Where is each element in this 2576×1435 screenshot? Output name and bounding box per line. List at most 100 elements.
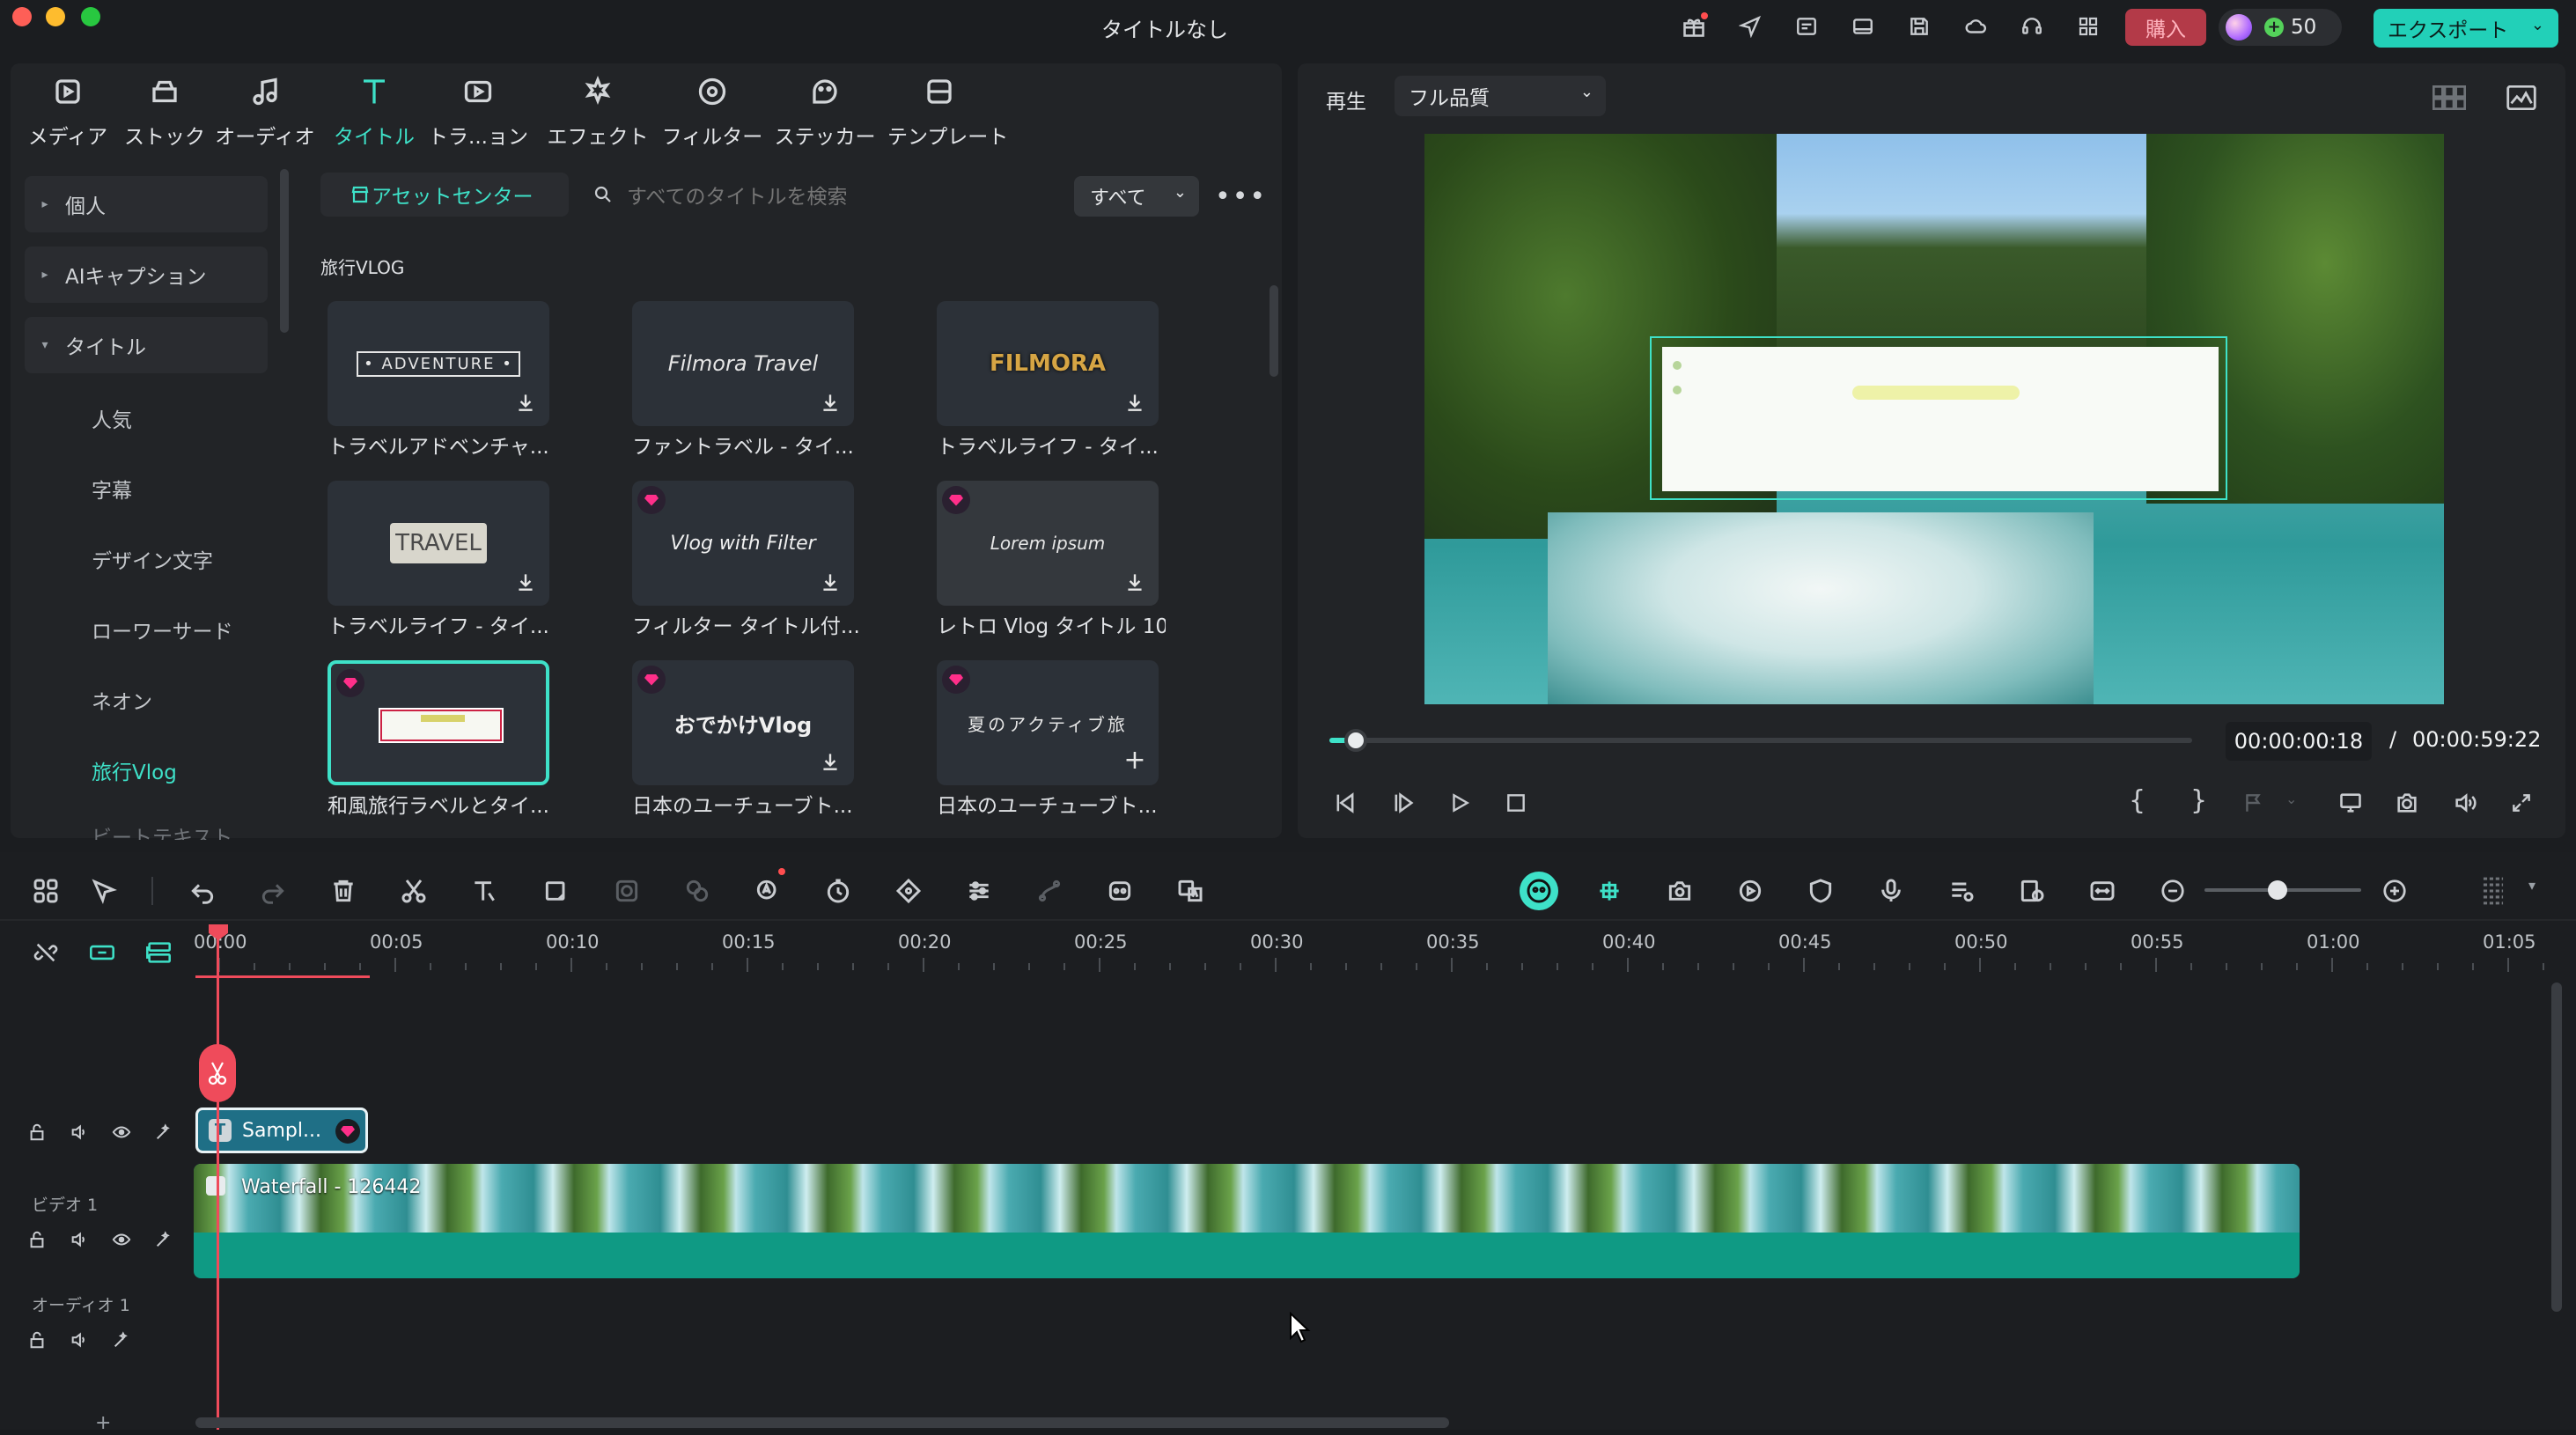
ai-assistant-icon[interactable]	[1520, 872, 1558, 910]
magic-wand-icon[interactable]	[151, 1227, 176, 1252]
mask-icon[interactable]	[607, 872, 646, 910]
audio-mixer-icon[interactable]	[1942, 872, 1981, 910]
ai-avatar-icon[interactable]	[1100, 872, 1139, 910]
video-preview[interactable]	[1424, 134, 2444, 704]
video-clip[interactable]: Waterfall - 126442	[194, 1164, 2300, 1278]
title-card-thumb[interactable]: TRAVEL	[328, 481, 549, 606]
zoom-slider-knob[interactable]	[2268, 880, 2287, 900]
download-icon[interactable]	[514, 570, 537, 593]
buy-button[interactable]: 購入	[2125, 9, 2206, 46]
add-icon[interactable]: +	[1123, 747, 1146, 774]
keyframe-icon[interactable]	[889, 872, 928, 910]
close-window-button[interactable]	[12, 7, 32, 26]
sidebar-group-personal[interactable]: ▸ 個人	[25, 176, 268, 232]
speaker-icon[interactable]	[67, 1328, 92, 1352]
eye-icon[interactable]	[109, 1120, 134, 1144]
unlink-icon[interactable]	[28, 935, 63, 970]
sidebar-item-lower-third[interactable]: ローワーサード	[92, 614, 233, 644]
title-card-thumb[interactable]: Lorem ipsum	[937, 481, 1159, 606]
sidebar-item-subtitle[interactable]: 字幕	[92, 474, 132, 504]
maximize-window-button[interactable]	[81, 7, 100, 26]
title-card-thumb[interactable]	[328, 660, 549, 785]
shield-icon[interactable]	[1801, 872, 1840, 910]
sidebar-item-popular[interactable]: 人気	[92, 403, 132, 433]
download-icon[interactable]	[819, 750, 842, 773]
title-card-thumb[interactable]: • ADVENTURE •	[328, 301, 549, 426]
motion-track-icon[interactable]	[1030, 872, 1069, 910]
current-time[interactable]: 00:00:00:18	[2226, 722, 2372, 761]
camera-effect-icon[interactable]	[1660, 872, 1699, 910]
render-preview-icon[interactable]	[1731, 872, 1770, 910]
microphone-icon[interactable]	[1872, 872, 1910, 910]
mark-in-icon[interactable]: {	[2129, 785, 2145, 816]
volume-icon[interactable]	[2449, 787, 2481, 819]
title-overlay-frame[interactable]	[1650, 336, 2227, 500]
sidebar-item-design-text[interactable]: デザイン文字	[92, 544, 213, 574]
fullscreen-icon[interactable]	[2506, 787, 2537, 819]
link-track-icon[interactable]	[85, 935, 120, 970]
undo-icon[interactable]	[183, 872, 222, 910]
asset-center-button[interactable]: アセットセンター	[320, 173, 569, 217]
download-icon[interactable]	[514, 391, 537, 414]
playhead-line[interactable]	[217, 928, 219, 1430]
select-arrow-icon[interactable]	[85, 872, 123, 910]
eye-icon[interactable]	[109, 1227, 134, 1252]
snap-magnet-icon[interactable]	[1590, 872, 1629, 910]
magic-wand-icon[interactable]	[151, 1120, 176, 1144]
sidebar-item-travel-vlog[interactable]: 旅行Vlog	[92, 755, 177, 785]
search-input[interactable]	[627, 180, 1049, 215]
crop-icon[interactable]	[537, 872, 576, 910]
grid-view-icon[interactable]	[2432, 83, 2467, 113]
sidebar-scrollbar[interactable]	[280, 169, 289, 333]
preset-icon[interactable]	[1792, 12, 1821, 40]
color-match-icon[interactable]	[678, 872, 717, 910]
snapshot-camera-icon[interactable]	[2391, 787, 2423, 819]
panel-layout-icon[interactable]	[2474, 872, 2513, 910]
zoom-out-icon[interactable]	[2153, 872, 2192, 910]
save-icon[interactable]	[1905, 12, 1933, 40]
next-frame-icon[interactable]	[1387, 787, 1419, 819]
speed-timer-icon[interactable]	[819, 872, 857, 910]
zoom-in-icon[interactable]	[2375, 872, 2414, 910]
title-card-thumb[interactable]: Filmora Travel	[632, 301, 854, 426]
fit-timeline-icon[interactable]	[2083, 872, 2122, 910]
layout-grid-icon[interactable]	[26, 872, 65, 910]
lock-icon[interactable]	[25, 1120, 49, 1144]
timeline-h-scrollbar[interactable]	[195, 1417, 1449, 1428]
grid-scrollbar[interactable]	[1270, 285, 1278, 377]
filter-select[interactable]: すべて ⌄	[1074, 176, 1199, 217]
cut-scissors-icon[interactable]	[394, 872, 433, 910]
prev-frame-icon[interactable]	[1329, 787, 1361, 819]
playback-progress-track[interactable]	[1329, 738, 2192, 743]
sidebar-group-ai-caption[interactable]: ▸ AIキャプション	[25, 247, 268, 303]
stop-icon[interactable]	[1500, 787, 1532, 819]
speaker-icon[interactable]	[67, 1227, 92, 1252]
sidebar-group-title[interactable]: ▾ タイトル	[25, 317, 268, 373]
playhead-knob[interactable]	[1343, 729, 1367, 752]
download-icon[interactable]	[1123, 570, 1146, 593]
ai-tools-icon[interactable]	[748, 872, 787, 910]
download-icon[interactable]	[1123, 391, 1146, 414]
cloud-icon[interactable]	[1961, 12, 1990, 40]
title-card-thumb[interactable]: 夏のアクティブ旅 +	[937, 660, 1159, 785]
send-icon[interactable]	[1736, 12, 1764, 40]
layout-icon[interactable]	[1849, 12, 1877, 40]
mark-out-icon[interactable]: }	[2190, 785, 2207, 816]
title-card-thumb[interactable]: Vlog with Filter	[632, 481, 854, 606]
title-clip[interactable]: T Sampl...	[195, 1108, 368, 1153]
marker-icon[interactable]	[2238, 787, 2270, 819]
split-scissors-icon[interactable]	[199, 1044, 236, 1102]
magic-wand-icon[interactable]	[109, 1328, 134, 1352]
chevron-down-icon[interactable]: ⌄	[2285, 791, 2297, 807]
gift-icon[interactable]	[1680, 12, 1708, 40]
delete-icon[interactable]	[324, 872, 363, 910]
more-options-icon[interactable]: •••	[1215, 181, 1265, 212]
credits-pill[interactable]: + 50	[2219, 9, 2342, 46]
timeline-v-scrollbar[interactable]	[2551, 982, 2562, 1312]
add-track-icon[interactable]: +	[95, 1412, 111, 1434]
track-manager-icon[interactable]	[141, 935, 176, 970]
translate-icon[interactable]	[1171, 872, 1210, 910]
export-button[interactable]: エクスポート ⌄	[2374, 9, 2558, 48]
play-icon[interactable]	[1444, 787, 1476, 819]
chevron-down-icon[interactable]: ▾	[2528, 877, 2536, 894]
